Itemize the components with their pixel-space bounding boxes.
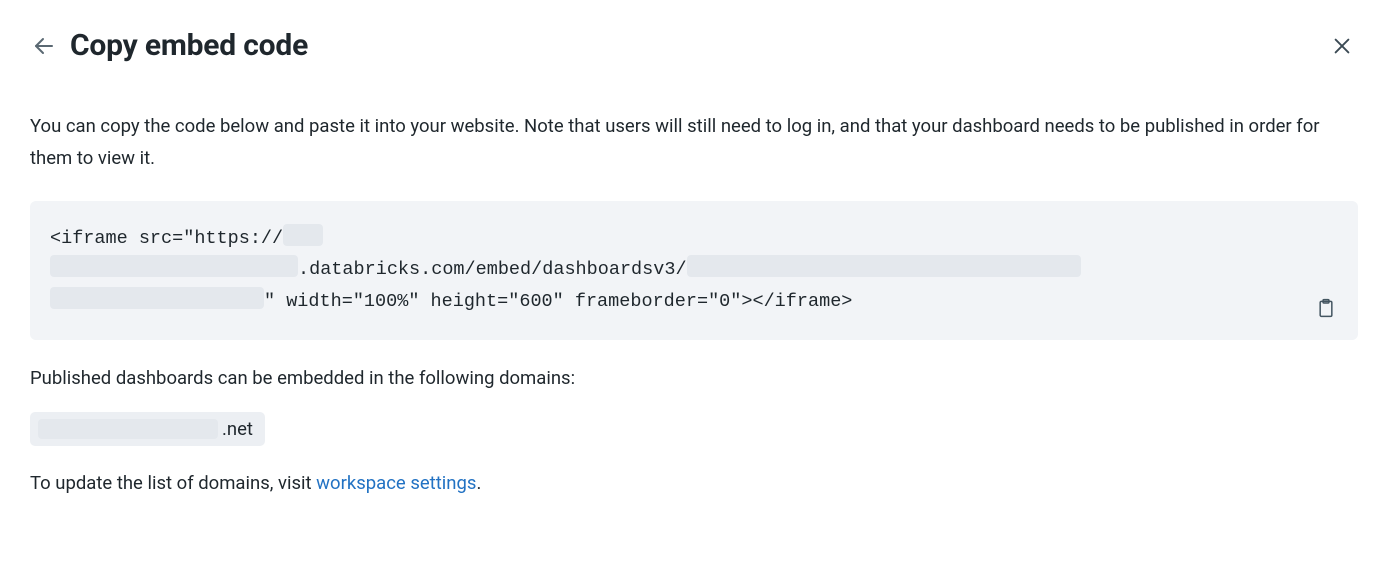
code-line3-suffix: " width="100%" height="600" frameborder=… [264, 291, 852, 312]
dialog-title: Copy embed code [70, 28, 308, 63]
workspace-settings-link[interactable]: workspace settings [316, 472, 476, 494]
close-icon [1331, 35, 1353, 57]
copy-button[interactable] [1312, 294, 1340, 322]
arrow-left-icon [32, 34, 56, 58]
header-left: Copy embed code [30, 28, 308, 63]
code-line2-middle: .databricks.com/embed/dashboardsv3/ [298, 259, 687, 280]
domain-suffix: .net [222, 418, 253, 440]
redacted-span [38, 419, 218, 439]
embed-code-block: <iframe src="https:// .databricks.com/em… [30, 201, 1358, 340]
update-domains-line: To update the list of domains, visit wor… [30, 472, 1358, 494]
domain-chip: .net [30, 412, 265, 446]
redacted-span [50, 255, 298, 277]
clipboard-icon [1316, 297, 1336, 319]
embed-code-text[interactable]: <iframe src="https:// .databricks.com/em… [50, 223, 1338, 318]
redacted-span [687, 255, 1081, 277]
back-button[interactable] [30, 32, 58, 60]
redacted-span [283, 224, 323, 246]
redacted-span [50, 287, 264, 309]
update-suffix: . [476, 472, 481, 494]
description-text: You can copy the code below and paste it… [30, 111, 1358, 175]
close-button[interactable] [1326, 30, 1358, 62]
dialog-header: Copy embed code [30, 28, 1358, 63]
update-prefix: To update the list of domains, visit [30, 472, 316, 494]
code-line1-prefix: <iframe src="https:// [50, 228, 283, 249]
domains-note: Published dashboards can be embedded in … [30, 364, 1358, 394]
